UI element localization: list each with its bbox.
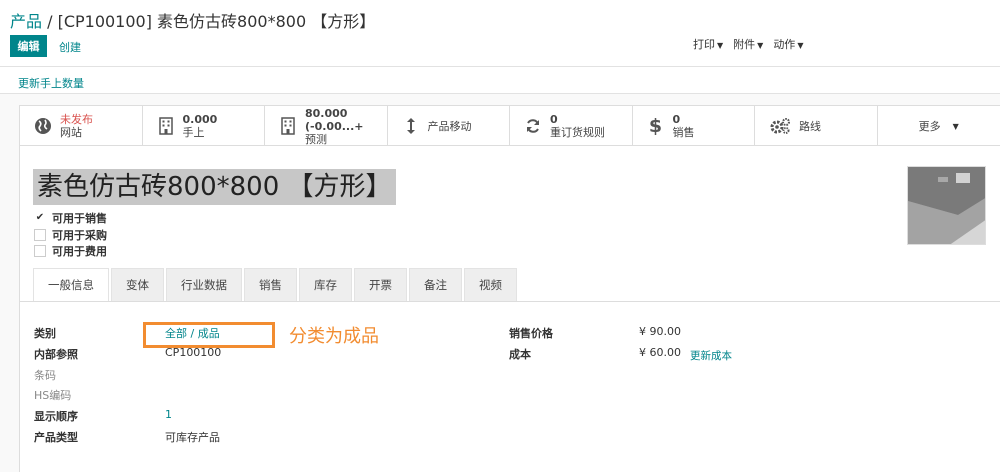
routes-button[interactable]: 路线 <box>755 106 878 146</box>
barcode-label: 条码 <box>34 369 56 382</box>
sale-price-field[interactable]: ¥ 90.00 <box>639 325 681 338</box>
tab-variants[interactable]: 变体 <box>111 268 164 302</box>
refresh-icon <box>524 117 542 135</box>
breadcrumb-products-link[interactable]: 产品 <box>10 12 42 31</box>
tabs-divider <box>20 301 1000 302</box>
tab-invoicing[interactable]: 开票 <box>354 268 407 302</box>
edit-button[interactable]: 编辑 <box>10 35 47 57</box>
cost-label: 成本 <box>509 348 531 361</box>
on-hand-button[interactable]: 0.000 手上 <box>143 106 265 146</box>
action-menu[interactable]: 动作 ▼ <box>773 36 803 52</box>
sales-button[interactable]: $ 0 销售 <box>633 106 755 146</box>
tab-sales[interactable]: 销售 <box>244 268 297 302</box>
internal-reference-field[interactable]: CP100100 <box>165 346 221 359</box>
sidebar-menus: 打印 ▼ 附件 ▼ 动作 ▼ <box>693 36 803 52</box>
can-be-sold-checkbox[interactable]: ✔ 可用于销售 <box>34 210 107 227</box>
breadcrumb-current: [CP100100] 素色仿古砖800*800 【方形】 <box>57 12 376 31</box>
tab-industry-data[interactable]: 行业数据 <box>166 268 242 302</box>
tab-notes[interactable]: 备注 <box>409 268 462 302</box>
update-cost-button[interactable]: 更新成本 <box>690 348 732 363</box>
category-label: 类别 <box>34 327 56 340</box>
caret-down-icon: ▼ <box>797 41 804 50</box>
can-be-purchased-checkbox[interactable]: 可用于采购 <box>34 227 107 244</box>
caret-down-icon: ▼ <box>717 41 724 50</box>
annotation-text: 分类为成品 <box>289 326 379 347</box>
create-button[interactable]: 创建 <box>59 39 81 55</box>
hs-code-label: HS编码 <box>34 389 72 402</box>
tab-inventory[interactable]: 库存 <box>299 268 352 302</box>
tab-video[interactable]: 视频 <box>464 268 517 302</box>
product-type-label: 产品类型 <box>34 431 78 444</box>
can-be-expensed-checkbox[interactable]: 可用于费用 <box>34 243 107 260</box>
tab-general-info[interactable]: 一般信息 <box>33 268 109 302</box>
breadcrumb-separator: / <box>42 12 58 31</box>
sale-price-label: 销售价格 <box>509 327 553 340</box>
control-panel: 产品 / [CP100100] 素色仿古砖800*800 【方形】 编辑 创建 … <box>0 0 1000 94</box>
checkbox-empty-icon <box>34 245 46 258</box>
building-icon <box>279 117 297 135</box>
notebook-tabs: 一般信息 变体 行业数据 销售 库存 开票 备注 视频 <box>33 268 519 302</box>
forecast-button[interactable]: 80.000 (-0.00...+ 预测 <box>265 106 388 146</box>
sequence-field[interactable]: 1 <box>165 408 172 421</box>
checkmark-icon: ✔ <box>34 212 46 225</box>
dollar-icon: $ <box>648 115 663 137</box>
breadcrumb: 产品 / [CP100100] 素色仿古砖800*800 【方形】 <box>10 8 375 32</box>
reordering-rules-button[interactable]: 0 重订货规则 <box>510 106 633 146</box>
update-quantity-button[interactable]: 更新手上数量 <box>18 75 84 91</box>
caret-down-icon: ▼ <box>757 41 764 50</box>
globe-icon <box>34 117 52 135</box>
checkbox-empty-icon <box>34 228 46 241</box>
caret-down-icon: ▼ <box>952 121 959 131</box>
building-icon <box>157 117 175 135</box>
arrows-v-icon <box>402 117 420 135</box>
more-button[interactable]: 更多 ▼ <box>878 106 1000 146</box>
product-flags: ✔ 可用于销售 可用于采购 可用于费用 <box>34 210 107 260</box>
print-menu[interactable]: 打印 ▼ <box>693 36 723 52</box>
cost-field[interactable]: ¥ 60.00 <box>639 346 681 359</box>
form-sheet: 未发布 网站 0.000 手上 80.000 (-0.00...+ 预测 产品移动 0… <box>19 105 1000 472</box>
smart-button-box: 未发布 网站 0.000 手上 80.000 (-0.00...+ 预测 产品移动 0… <box>20 106 1000 146</box>
divider <box>0 66 1000 67</box>
sequence-label: 显示顺序 <box>34 410 78 423</box>
product-moves-button[interactable]: 产品移动 <box>388 106 510 146</box>
product-name: 素色仿古砖800*800 【方形】 <box>33 169 396 205</box>
product-image[interactable] <box>907 166 986 245</box>
attachment-menu[interactable]: 附件 ▼ <box>733 36 763 52</box>
internal-reference-label: 内部参照 <box>34 348 78 361</box>
cogs-icon <box>769 117 791 135</box>
highlight-box <box>143 322 275 348</box>
product-type-field[interactable]: 可库存产品 <box>165 429 220 445</box>
website-button[interactable]: 未发布 网站 <box>20 106 143 146</box>
